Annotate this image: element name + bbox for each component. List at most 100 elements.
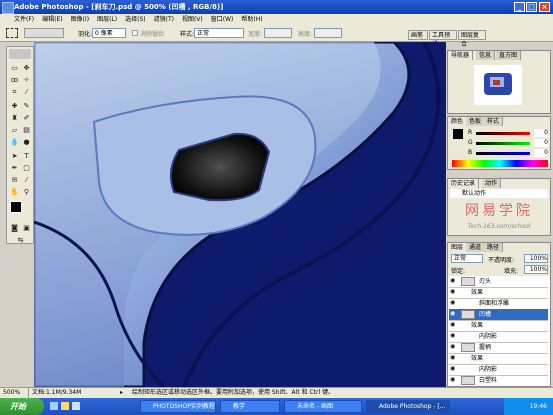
close-icon[interactable]: ×	[539, 2, 550, 12]
task-teaching[interactable]: 教学	[220, 400, 280, 413]
eye-icon[interactable]: ◉	[450, 377, 457, 383]
g-slider[interactable]	[476, 142, 530, 145]
tab-info[interactable]: 信息	[476, 51, 496, 60]
quicklaunch-desktop-icon[interactable]	[72, 402, 80, 410]
clone-stamp-icon[interactable]: ♜	[9, 113, 20, 123]
eye-icon[interactable]: ◉	[450, 300, 457, 306]
minimize-icon[interactable]: _	[514, 2, 525, 12]
quicklaunch-ie-icon[interactable]	[50, 402, 58, 410]
start-button[interactable]: 开始	[0, 398, 44, 415]
eyedropper-icon[interactable]: ⁄	[21, 175, 32, 185]
eye-icon[interactable]: ◉	[450, 289, 457, 295]
g-value[interactable]: 0	[534, 139, 548, 147]
hand-icon[interactable]: ✋	[9, 187, 20, 197]
notes-icon[interactable]: ✉	[9, 175, 20, 185]
zoom-level[interactable]: 500%	[3, 388, 29, 398]
tab-tool-presets[interactable]: 工具预设	[429, 30, 457, 48]
selection-mode-icons[interactable]	[24, 28, 64, 38]
healing-brush-icon[interactable]: ✚	[9, 101, 20, 111]
layer-name: 握柄	[479, 344, 492, 351]
tab-paths[interactable]: 路径	[484, 243, 504, 252]
eraser-icon[interactable]: ▱	[9, 125, 20, 135]
tab-navigator[interactable]: 导航器	[448, 51, 474, 60]
opacity-input[interactable]: 100%	[524, 254, 548, 263]
quicklaunch-folder-icon[interactable]	[61, 402, 69, 410]
menu-view[interactable]: 视图(V)	[178, 14, 207, 25]
lasso-icon[interactable]: ꝏ	[9, 75, 20, 85]
type-icon[interactable]: T	[21, 151, 32, 161]
b-slider[interactable]	[476, 152, 530, 155]
pen-icon[interactable]: ✒	[9, 163, 20, 173]
navigator-thumbnail[interactable]	[474, 65, 522, 105]
dodge-icon[interactable]: ●	[21, 137, 32, 147]
doc-size[interactable]: 文档:1.1M/9.34M	[32, 388, 81, 398]
eye-icon[interactable]: ◉	[450, 322, 457, 328]
height-input[interactable]	[314, 28, 342, 38]
tab-swatches[interactable]: 色板	[466, 117, 486, 126]
document-canvas[interactable]	[34, 42, 446, 387]
move-icon[interactable]: ✥	[21, 63, 32, 73]
slice-icon[interactable]: ⁄	[21, 87, 32, 97]
feather-input[interactable]: 0 像素	[92, 28, 126, 38]
r-slider[interactable]	[476, 132, 530, 135]
eye-icon[interactable]: ◉	[450, 355, 457, 361]
crop-icon[interactable]: ⌗	[9, 87, 20, 97]
blend-mode-select[interactable]: 正常	[451, 254, 483, 263]
zoom-icon[interactable]: ⚲	[21, 187, 32, 197]
default-actions-row[interactable]: 默认动作	[450, 189, 548, 198]
b-value[interactable]: 0	[534, 149, 548, 157]
layer-row[interactable]: ◉ 白塑料	[449, 375, 548, 386]
task-paint[interactable]: 未命名 - 画图	[284, 400, 362, 413]
menu-image[interactable]: 图像(I)	[67, 14, 93, 25]
tab-actions[interactable]: 动作	[482, 179, 502, 188]
tab-history[interactable]: 历史记录	[448, 179, 480, 188]
fill-input[interactable]: 100%	[524, 265, 548, 274]
imageready-icon[interactable]: ⇆	[15, 235, 26, 245]
antialias-checkbox[interactable]	[132, 30, 138, 36]
eye-icon[interactable]: ◉	[450, 366, 457, 372]
tab-layer-comps[interactable]: 图层复合	[458, 30, 486, 48]
menu-file[interactable]: 文件(F)	[0, 14, 38, 25]
color-channel-b-label: B	[468, 149, 473, 156]
antialias-label: 消除锯齿	[140, 31, 165, 38]
task-photoshop-tutorial[interactable]: PHOTOSHOP实例教程	[140, 400, 216, 413]
brush-icon[interactable]: ✎	[21, 101, 32, 111]
marquee-tool-icon[interactable]	[6, 28, 18, 38]
magic-wand-icon[interactable]: ✧	[21, 75, 32, 85]
tab-color[interactable]: 颜色	[448, 117, 468, 126]
tab-layers[interactable]: 图层	[448, 243, 468, 252]
menu-edit[interactable]: 编辑(E)	[38, 14, 66, 25]
task-adobe-photoshop[interactable]: Adobe Photoshop - [...	[366, 400, 450, 413]
quick-mask-icon[interactable]: ◙	[9, 223, 20, 233]
tab-styles[interactable]: 样式	[484, 117, 504, 126]
eye-icon[interactable]: ◉	[450, 278, 457, 284]
tab-channels[interactable]: 通道	[466, 243, 486, 252]
maximize-icon[interactable]: □	[526, 2, 537, 12]
menu-window[interactable]: 窗口(W)	[207, 14, 238, 25]
foreground-color-swatch[interactable]	[10, 201, 22, 213]
tab-brushes[interactable]: 画笔	[408, 30, 428, 40]
shape-icon[interactable]: ▢	[21, 163, 32, 173]
blur-icon[interactable]: 💧	[9, 137, 20, 147]
menu-layer[interactable]: 图层(L)	[93, 14, 121, 25]
menu-select[interactable]: 选择(S)	[121, 14, 150, 25]
layer-name: 凹槽	[479, 311, 492, 318]
menu-filter[interactable]: 滤镜(T)	[150, 14, 178, 25]
tab-histogram[interactable]: 直方图	[496, 51, 522, 60]
eye-icon[interactable]: ◉	[450, 311, 457, 317]
menu-help[interactable]: 帮助(H)	[237, 14, 266, 25]
color-fg-swatch[interactable]	[453, 129, 463, 139]
eye-icon[interactable]: ◉	[450, 333, 457, 339]
style-select[interactable]: 正常	[194, 28, 244, 38]
clock[interactable]: 19:46	[530, 403, 547, 410]
screen-mode-icon[interactable]: ▣	[21, 223, 32, 233]
gradient-icon[interactable]: ▤	[21, 125, 32, 135]
arrow-icon[interactable]: ▸	[120, 388, 123, 398]
color-ramp[interactable]	[452, 160, 548, 167]
eye-icon[interactable]: ◉	[450, 344, 457, 350]
history-brush-icon[interactable]: ✐	[21, 113, 32, 123]
r-value[interactable]: 0	[534, 129, 548, 137]
path-select-icon[interactable]: ➤	[9, 151, 20, 161]
marquee-icon[interactable]: ▭	[9, 63, 20, 73]
width-input[interactable]	[264, 28, 292, 38]
